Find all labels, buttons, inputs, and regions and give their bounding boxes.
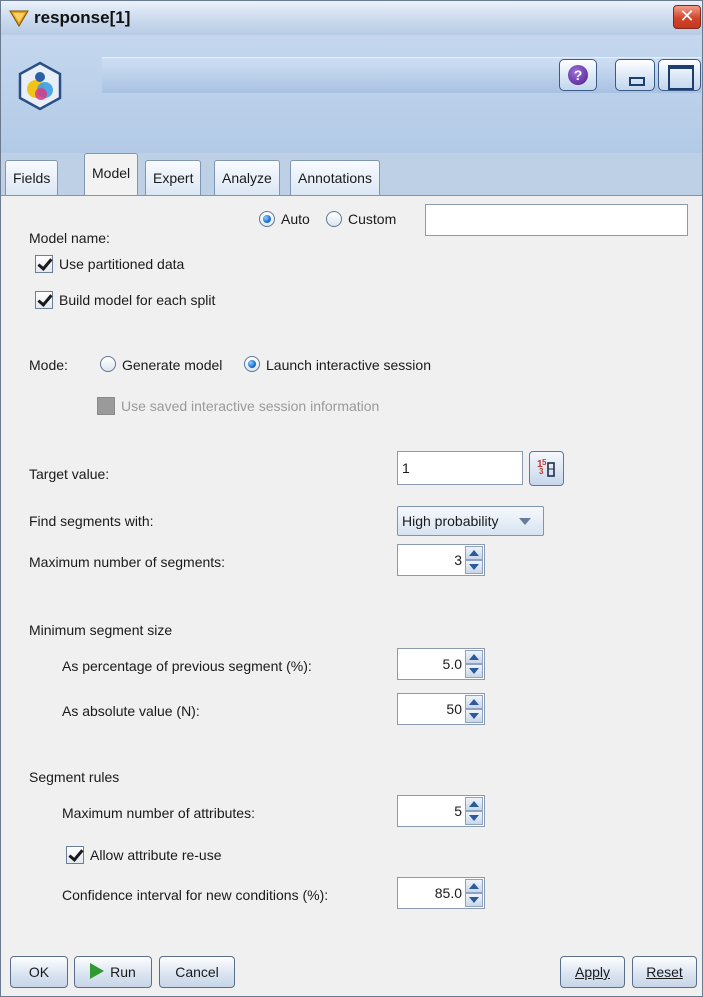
find-segments-dropdown[interactable]: High probability — [397, 506, 544, 536]
max-attributes-label: Maximum number of attributes: — [62, 805, 255, 821]
run-play-icon — [90, 963, 105, 979]
spinner-down-icon[interactable] — [465, 560, 483, 574]
spinner-up-icon[interactable] — [465, 879, 483, 893]
spinner-down-icon[interactable] — [465, 709, 483, 723]
generate-model-radio[interactable] — [100, 356, 116, 372]
value-picker-button[interactable]: 1 5 3 — [529, 451, 564, 486]
launch-interactive-radio[interactable] — [244, 356, 260, 372]
spinner-up-icon[interactable] — [465, 797, 483, 811]
allow-reuse-checkbox[interactable] — [66, 846, 84, 864]
min-segment-size-heading: Minimum segment size — [29, 622, 173, 638]
tab-bar: Fields Model Expert Analyze Annotations — [1, 153, 702, 195]
pct-prev-label: As percentage of previous segment (%): — [62, 658, 312, 674]
node-icon — [18, 61, 62, 111]
minimize-icon[interactable] — [615, 59, 655, 91]
use-saved-session-label: Use saved interactive session informatio… — [121, 398, 380, 414]
maximize-icon[interactable] — [658, 59, 701, 91]
max-segments-label: Maximum number of segments: — [29, 554, 226, 570]
max-segments-spinner[interactable]: 3 — [397, 544, 485, 576]
tab-annotations[interactable]: Annotations — [290, 160, 380, 195]
auto-radio[interactable] — [259, 211, 275, 227]
spinner-down-icon[interactable] — [465, 811, 483, 825]
build-each-split-checkbox[interactable] — [35, 291, 53, 309]
auto-label: Auto — [281, 211, 310, 227]
generate-model-label: Generate model — [122, 357, 223, 373]
window-title: response[1] — [34, 8, 131, 27]
spinner-up-icon[interactable] — [465, 695, 483, 709]
chevron-down-icon — [519, 518, 531, 525]
custom-model-name-input[interactable] — [425, 204, 688, 236]
custom-radio[interactable] — [326, 211, 342, 227]
reset-button[interactable]: Reset — [632, 956, 697, 988]
apply-button[interactable]: Apply — [560, 956, 625, 988]
abs-value-spinner[interactable]: 50 — [397, 693, 485, 725]
use-partitioned-checkbox[interactable] — [35, 255, 53, 273]
spinner-up-icon[interactable] — [465, 546, 483, 560]
spinner-down-icon[interactable] — [465, 664, 483, 678]
confidence-label: Confidence interval for new conditions (… — [62, 887, 329, 903]
value-picker-icon: 1 5 3 — [537, 458, 555, 477]
header-area — [1, 35, 702, 153]
title-bar: response[1] ✕ — [1, 1, 702, 35]
tab-analyze[interactable]: Analyze — [214, 160, 280, 195]
close-icon[interactable]: ✕ — [673, 5, 701, 29]
build-each-split-label: Build model for each split — [59, 292, 216, 308]
dialog-window: response[1] ✕ ? Fields Model Expert Anal… — [0, 0, 703, 997]
target-value-label: Target value: — [29, 466, 110, 482]
help-button[interactable]: ? — [559, 59, 597, 91]
max-segments-value: 3 — [454, 552, 462, 568]
help-icon: ? — [568, 65, 588, 85]
launch-interactive-label: Launch interactive session — [266, 357, 431, 373]
ok-button[interactable]: OK — [10, 956, 68, 988]
max-attributes-spinner[interactable]: 5 — [397, 795, 485, 827]
target-value-input[interactable]: 1 — [397, 451, 523, 485]
mode-label: Mode: — [29, 357, 68, 373]
abs-value: 50 — [446, 701, 462, 717]
use-partitioned-label: Use partitioned data — [59, 256, 185, 272]
model-tab-panel — [1, 195, 702, 996]
node-name-strip — [102, 57, 701, 93]
confidence-spinner[interactable]: 85.0 — [397, 877, 485, 909]
pct-prev-value: 5.0 — [442, 656, 462, 672]
tab-expert[interactable]: Expert — [145, 160, 202, 195]
find-segments-label: Find segments with: — [29, 513, 154, 529]
find-segments-value: High probability — [402, 513, 499, 529]
model-name-label: Model name: — [29, 230, 110, 246]
max-attributes-value: 5 — [454, 803, 462, 819]
use-saved-session-checkbox[interactable] — [97, 397, 115, 415]
spinner-up-icon[interactable] — [465, 650, 483, 664]
custom-label: Custom — [348, 211, 397, 227]
allow-reuse-label: Allow attribute re-use — [90, 847, 222, 863]
svg-text:5: 5 — [542, 458, 547, 467]
run-button-label: Run — [110, 964, 136, 980]
run-button[interactable]: Run — [74, 956, 152, 988]
cancel-button[interactable]: Cancel — [159, 956, 235, 988]
spinner-down-icon[interactable] — [465, 893, 483, 907]
tab-fields[interactable]: Fields — [5, 160, 59, 195]
pct-prev-spinner[interactable]: 5.0 — [397, 648, 485, 680]
svg-text:3: 3 — [539, 467, 544, 476]
node-small-icon — [9, 10, 29, 27]
segment-rules-heading: Segment rules — [29, 769, 120, 785]
confidence-value: 85.0 — [434, 885, 462, 901]
abs-value-label: As absolute value (N): — [62, 703, 200, 719]
tab-model[interactable]: Model — [84, 153, 139, 195]
